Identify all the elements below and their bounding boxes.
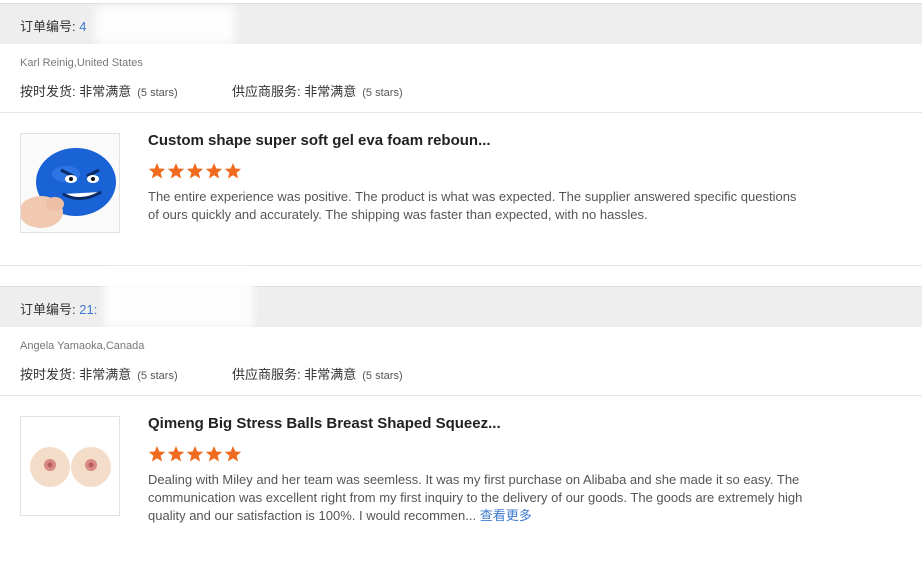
buyer-name: Karl Reinig,United States: [20, 57, 143, 69]
order-label: 订单编号: 4: [20, 19, 87, 34]
service-label: 供应商服务:: [232, 367, 301, 382]
shipping-rating: 按时发货: 非常满意 (5 stars): [20, 81, 232, 100]
star-icon: [167, 163, 185, 179]
ratings-row: 按时发货: 非常满意 (5 stars) 供应商服务: 非常满意 (5 stars): [20, 364, 403, 383]
shipping-rating: 按时发货: 非常满意 (5 stars): [20, 364, 232, 383]
stress-balls-image: [21, 417, 119, 515]
order-number[interactable]: 21:: [79, 302, 97, 317]
star-rating: [148, 445, 243, 463]
star-icon: [167, 446, 185, 462]
service-stars: (5 stars): [362, 87, 403, 99]
shipping-stars: (5 stars): [137, 87, 178, 99]
ratings-row: 按时发货: 非常满意 (5 stars) 供应商服务: 非常满意 (5 stars): [20, 81, 403, 100]
star-icon: [148, 163, 166, 179]
product-title[interactable]: Qimeng Big Stress Balls Breast Shaped Sq…: [148, 415, 501, 432]
star-icon: [148, 446, 166, 462]
order-label: 订单编号: 21:: [20, 302, 98, 317]
divider: [0, 265, 922, 266]
star-icon: [224, 163, 242, 179]
review-text: Dealing with Miley and her team was seem…: [148, 472, 803, 523]
buyer-name: Angela Yamaoka,Canada: [20, 340, 145, 352]
divider: [0, 112, 922, 113]
product-thumbnail[interactable]: [20, 133, 120, 233]
review-text: The entire experience was positive. The …: [148, 189, 797, 222]
star-icon: [205, 446, 223, 462]
star-icon: [186, 446, 204, 462]
service-rating: 供应商服务: 非常满意 (5 stars): [232, 81, 403, 100]
shipping-value: 非常满意: [79, 84, 132, 99]
shipping-label: 按时发货:: [20, 367, 76, 382]
redaction-blur: [104, 270, 254, 328]
product-thumbnail[interactable]: [20, 416, 120, 516]
service-value: 非常满意: [304, 367, 357, 382]
divider: [0, 395, 922, 396]
service-label: 供应商服务:: [232, 84, 301, 99]
shipping-value: 非常满意: [79, 367, 132, 382]
blue-ball-image: [21, 134, 119, 232]
star-icon: [186, 163, 204, 179]
star-icon: [224, 446, 242, 462]
shipping-label: 按时发货:: [20, 84, 76, 99]
star-icon: [205, 163, 223, 179]
order-number[interactable]: 4: [79, 19, 86, 34]
star-rating: [148, 162, 243, 180]
redaction-blur: [95, 6, 235, 44]
service-rating: 供应商服务: 非常满意 (5 stars): [232, 364, 403, 383]
service-stars: (5 stars): [362, 370, 403, 382]
product-title[interactable]: Custom shape super soft gel eva foam reb…: [148, 132, 491, 149]
service-value: 非常满意: [304, 84, 357, 99]
shipping-stars: (5 stars): [137, 370, 178, 382]
see-more-link[interactable]: 查看更多: [480, 508, 532, 523]
